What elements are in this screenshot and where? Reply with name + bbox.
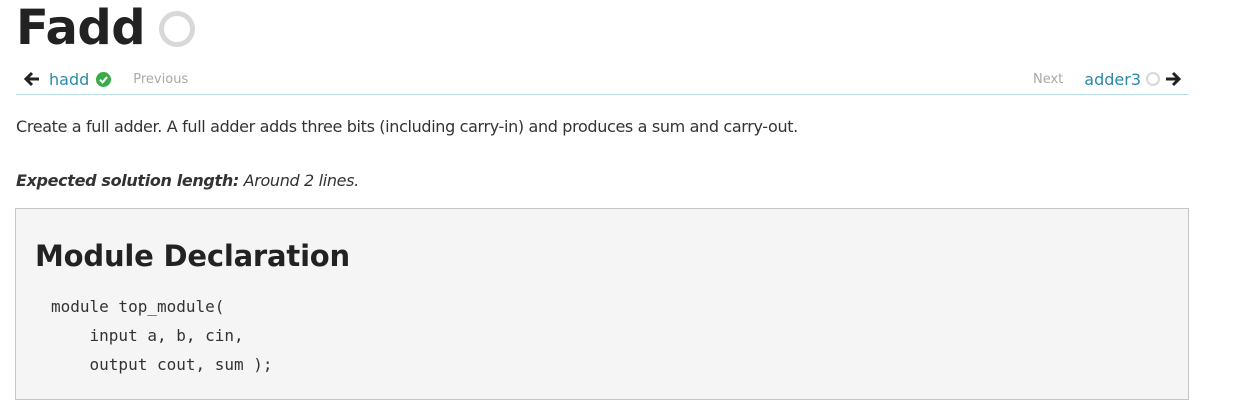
status-circle-empty-icon	[1146, 72, 1160, 86]
next-problem-nav: Next adder3	[1033, 67, 1181, 91]
next-hint: Next	[1032, 71, 1064, 87]
code-line: module top_module(	[51, 297, 225, 316]
next-problem-link[interactable]: adder3	[1084, 70, 1141, 89]
expected-solution-length: Expected solution length: Around 2 lines…	[16, 171, 359, 190]
arrow-left-icon[interactable]	[24, 71, 40, 87]
page-title: Fadd	[16, 0, 146, 56]
problem-description: Create a full adder. A full adder adds t…	[16, 117, 798, 136]
status-circle-empty-icon	[159, 11, 196, 47]
arrow-right-icon[interactable]	[1165, 71, 1181, 87]
check-circle-icon	[96, 71, 112, 87]
previous-problem-nav: hadd Previous	[24, 67, 188, 91]
expected-label: Expected solution length:	[16, 171, 239, 190]
module-declaration-heading: Module Declaration	[35, 239, 350, 273]
previous-hint: Previous	[133, 71, 189, 87]
previous-problem-link[interactable]: hadd	[49, 70, 89, 89]
expected-value: Around 2 lines.	[243, 171, 360, 190]
title-row: Fadd	[16, 0, 196, 56]
module-declaration-box: Module Declaration module top_module( in…	[15, 208, 1189, 400]
code-line: output cout, sum );	[51, 355, 273, 374]
module-code: module top_module( input a, b, cin, outp…	[51, 292, 273, 379]
code-line: input a, b, cin,	[51, 326, 244, 345]
problem-navigation: hadd Previous Next adder3	[16, 64, 1189, 95]
